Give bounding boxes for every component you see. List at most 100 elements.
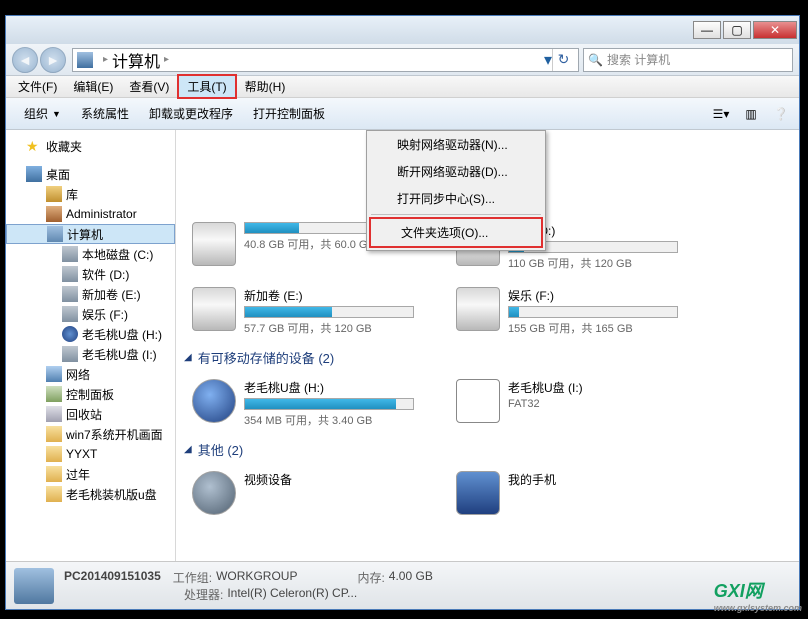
usage-bar [244,306,414,318]
drive-icon [62,286,78,302]
usb-icon [62,326,78,342]
menu-folder-options[interactable]: 文件夹选项(O)... [369,217,543,248]
library-icon [46,186,62,202]
drive-icon [62,246,78,262]
menu-sync-center[interactable]: 打开同步中心(S)... [367,185,545,212]
titlebar[interactable]: — ▢ ✕ [6,16,799,44]
menu-tools[interactable]: 工具(T) [177,74,236,99]
collapse-icon: ◢ [184,352,192,363]
status-text: PC201409151035 工作组:WORKGROUP 内存:4.00 GB … [64,569,791,603]
toolbar-uninstall[interactable]: 卸载或更改程序 [139,101,243,126]
drive-name: 娱乐 (F:) [508,287,704,304]
drive-icon [62,266,78,282]
sidebar-folder-lmt[interactable]: 老毛桃装机版u盘 [6,484,175,504]
usage-bar [244,398,414,410]
close-button[interactable]: ✕ [753,21,797,39]
sidebar-desktop[interactable]: 桌面 [6,164,175,184]
explorer-window: — ▢ ✕ ◄ ► ▸ 计算机 ▸ ▾ ↻ 🔍 搜索 计算机 文件(F) 编辑(… [5,15,800,610]
folder-icon [46,466,62,482]
toolbar-organize[interactable]: 组织▼ [14,101,71,126]
search-placeholder: 搜索 计算机 [607,51,670,68]
drive-icon [62,346,78,362]
sidebar-recycle[interactable]: 回收站 [6,404,175,424]
sidebar-network[interactable]: 网络 [6,364,175,384]
toolbar-control-panel[interactable]: 打开控制面板 [243,101,335,126]
nav-pane[interactable]: ★收藏夹 桌面 库 Administrator 计算机 本地磁盘 (C:) 软件… [6,130,176,561]
cpanel-icon [46,386,62,402]
toolbar-sysprops[interactable]: 系统属性 [71,101,139,126]
recycle-icon [46,406,62,422]
nav-forward-button[interactable]: ► [40,47,66,73]
workgroup-value: WORKGROUP [216,569,297,586]
menu-file[interactable]: 文件(F) [10,76,65,97]
menu-edit[interactable]: 编辑(E) [65,76,121,97]
drive-stat: 155 GB 可用，共 165 GB [508,320,704,336]
menu-disconnect-drive[interactable]: 断开网络驱动器(D)... [367,158,545,185]
cpu-value: Intel(R) Celeron(R) CP... [227,586,357,603]
drive-f[interactable]: 娱乐 (F:) 155 GB 可用，共 165 GB [450,281,710,342]
menu-view[interactable]: 查看(V) [121,76,177,97]
refresh-button[interactable]: ↻ [552,49,574,71]
status-bar: PC201409151035 工作组:WORKGROUP 内存:4.00 GB … [6,561,799,609]
device-video[interactable]: 视频设备 [186,465,446,521]
sidebar-drive-c[interactable]: 本地磁盘 (C:) [6,244,175,264]
workgroup-label: 工作组: [173,569,212,586]
drive-format: FAT32 [508,398,704,410]
section-other[interactable]: ◢其他 (2) [184,436,791,463]
toolbar: 组织▼ 系统属性 卸载或更改程序 打开控制面板 ☰▾ ▥ ❔ [6,98,799,130]
usage-bar [508,306,678,318]
sidebar-control-panel[interactable]: 控制面板 [6,384,175,404]
sidebar-folder-boot[interactable]: win7系统开机画面 [6,424,175,444]
computer-large-icon [14,568,54,604]
memory-value: 4.00 GB [389,569,433,586]
maximize-button[interactable]: ▢ [723,21,751,39]
dropdown-icon[interactable]: ▾ [544,50,552,70]
sidebar-libraries[interactable]: 库 [6,184,175,204]
device-name: 视频设备 [244,471,440,488]
breadcrumb-computer[interactable]: 计算机 [112,48,160,72]
sidebar-folder-yyxt[interactable]: YYXT [6,444,175,464]
drive-e[interactable]: 新加卷 (E:) 57.7 GB 可用，共 120 GB [186,281,446,342]
usb-drive-icon [192,379,236,423]
help-icon[interactable]: ❔ [771,104,791,124]
phone-icon [456,471,500,515]
sidebar-favorites[interactable]: ★收藏夹 [6,136,175,156]
sidebar-drive-e[interactable]: 新加卷 (E:) [6,284,175,304]
sidebar-drive-d[interactable]: 软件 (D:) [6,264,175,284]
desktop-icon [26,166,42,182]
view-mode-icon[interactable]: ☰▾ [711,104,731,124]
collapse-icon: ◢ [184,444,192,455]
removable-group: 老毛桃U盘 (H:) 354 MB 可用，共 3.40 GB 老毛桃U盘 (I:… [184,371,791,436]
drive-name: 老毛桃U盘 (H:) [244,379,440,396]
sidebar-drive-f[interactable]: 娱乐 (F:) [6,304,175,324]
computer-icon [77,52,93,68]
content-pane[interactable]: 映射网络驱动器(N)... 断开网络驱动器(D)... 打开同步中心(S)...… [176,130,799,561]
search-box[interactable]: 🔍 搜索 计算机 [583,48,793,72]
sidebar-drive-h[interactable]: 老毛桃U盘 (H:) [6,324,175,344]
drive-stat: 354 MB 可用，共 3.40 GB [244,412,440,428]
sidebar-folder-lastyear[interactable]: 过年 [6,464,175,484]
hdd-icon [192,287,236,331]
hdd-icon [456,287,500,331]
drive-name: 新加卷 (E:) [244,287,440,304]
sidebar-admin[interactable]: Administrator [6,204,175,224]
sidebar-computer[interactable]: 计算机 [6,224,175,244]
preview-pane-icon[interactable]: ▥ [741,104,761,124]
device-phone[interactable]: 我的手机 [450,465,710,521]
menu-map-drive[interactable]: 映射网络驱动器(N)... [367,131,545,158]
drive-i[interactable]: 老毛桃U盘 (I:) FAT32 [450,373,710,434]
menu-separator [371,214,541,215]
sidebar-drive-i[interactable]: 老毛桃U盘 (I:) [6,344,175,364]
address-box[interactable]: ▸ 计算机 ▸ ▾ ↻ [72,48,579,72]
drive-h[interactable]: 老毛桃U盘 (H:) 354 MB 可用，共 3.40 GB [186,373,446,434]
doc-drive-icon [456,379,500,423]
folder-icon [46,486,62,502]
minimize-button[interactable]: — [693,21,721,39]
section-removable[interactable]: ◢有可移动存储的设备 (2) [184,344,791,371]
pc-name: PC201409151035 [64,569,161,586]
menubar: 文件(F) 编辑(E) 查看(V) 工具(T) 帮助(H) [6,76,799,98]
nav-back-button[interactable]: ◄ [12,47,38,73]
user-icon [46,206,62,222]
menu-help[interactable]: 帮助(H) [237,76,294,97]
folder-icon [46,426,62,442]
